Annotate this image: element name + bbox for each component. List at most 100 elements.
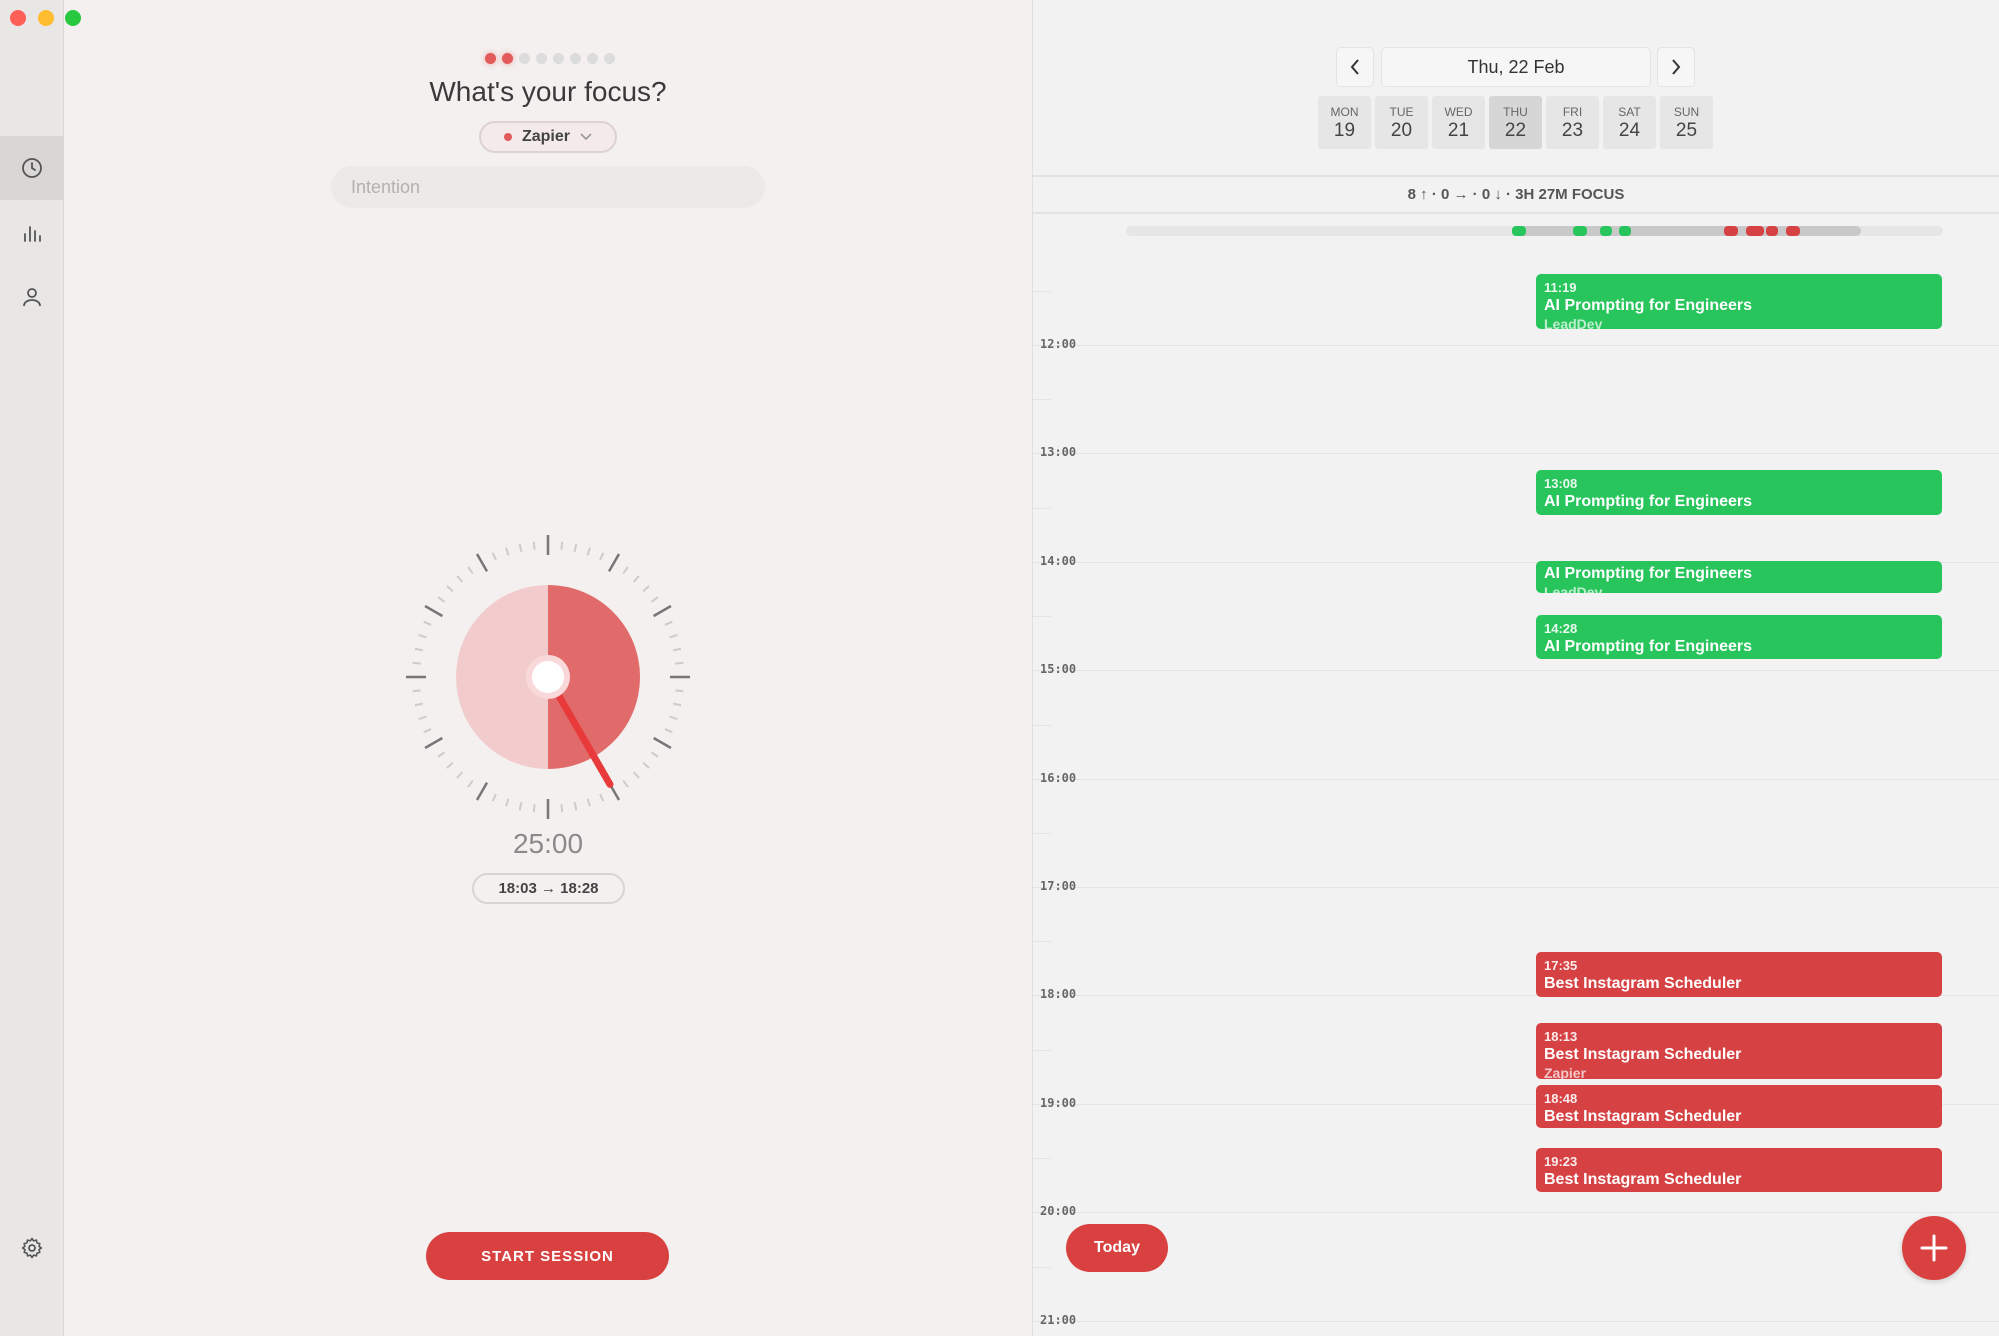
minimize-window-button[interactable] (38, 10, 54, 26)
event-time: 11:19 (1544, 280, 1577, 295)
minor-tick (505, 547, 510, 556)
minor-tick (586, 798, 591, 807)
step-dot (501, 53, 513, 64)
day-name: SUN (1673, 105, 1700, 119)
minor-tick (518, 543, 523, 553)
day-sun[interactable]: SUN 25 (1660, 96, 1713, 149)
timeline-session-marker (1766, 226, 1778, 236)
step-dot (535, 53, 547, 64)
timeline-session-marker (1786, 226, 1800, 236)
minor-tick (672, 647, 682, 652)
sidebar (0, 0, 81, 1336)
hour-line (1033, 453, 1999, 455)
project-select[interactable]: Zapier (479, 121, 617, 153)
day-summary: 8 ↑ · 0 → · 0 ↓ · 3H 27M FOCUS (1407, 186, 1625, 203)
major-tick (653, 736, 672, 750)
settings-button[interactable] (0, 1216, 64, 1280)
prev-day-button[interactable] (1336, 47, 1374, 87)
day-tue[interactable]: TUE 20 (1375, 96, 1428, 149)
day-thu[interactable]: THU 22 (1489, 96, 1542, 149)
minor-tick (642, 585, 650, 593)
timeline-session-marker (1573, 226, 1587, 236)
minor-tick (664, 728, 673, 734)
day-fri[interactable]: FRI 23 (1546, 96, 1599, 149)
event-title: AI Prompting for Engineers (1544, 493, 1753, 510)
add-session-button[interactable] (1902, 1216, 1966, 1280)
session-event[interactable]: 13:08 AI Prompting for Engineers (1536, 470, 1942, 515)
session-event[interactable]: 18:13 Best Instagram Scheduler Zapier (1536, 1023, 1942, 1079)
day-mon[interactable]: MON 19 (1318, 96, 1371, 149)
session-event[interactable]: 11:19 AI Prompting for Engineers LeadDev (1536, 274, 1942, 329)
next-day-button[interactable] (1657, 47, 1695, 87)
bar-chart-icon (24, 226, 41, 242)
day-number: 24 (1618, 120, 1641, 141)
hour-line (1033, 887, 1999, 888)
today-button[interactable]: Today (1066, 1224, 1168, 1272)
start-session-button[interactable]: START SESSION (426, 1232, 669, 1280)
day-number: 21 (1447, 120, 1470, 141)
minor-tick (414, 702, 424, 707)
minor-tick (418, 634, 427, 639)
half-hour-tick (1033, 1266, 1051, 1268)
close-window-button[interactable] (10, 10, 26, 26)
minor-tick (491, 552, 497, 561)
session-event[interactable]: 17:35 Best Instagram Scheduler (1536, 952, 1942, 997)
timer-dial[interactable] (398, 527, 698, 827)
minor-tick (664, 620, 673, 626)
event-project: Zapier (1544, 1065, 1587, 1079)
chevron-left-icon (1350, 59, 1359, 75)
minor-tick (650, 751, 659, 758)
session-event[interactable]: 14:28 AI Prompting for Engineers (1536, 615, 1942, 659)
step-dot (552, 53, 564, 64)
minor-tick (437, 751, 446, 758)
session-event[interactable]: 18:48 Best Instagram Scheduler (1536, 1085, 1942, 1128)
event-project: LeadDev (1544, 316, 1603, 329)
minor-tick (675, 689, 684, 693)
sidebar-item-stats[interactable] (0, 201, 64, 265)
timeline-session-marker (1600, 226, 1612, 236)
hour-line (1033, 1320, 1999, 1322)
hour-label: 15:00 (1040, 662, 1077, 677)
hour-label: 19:00 (1040, 1095, 1077, 1110)
day-wed[interactable]: WED 21 (1432, 96, 1485, 149)
session-event[interactable]: AI Prompting for Engineers LeadDev (1536, 561, 1942, 593)
step-dot (569, 53, 581, 64)
minor-tick (423, 728, 432, 734)
timeline-session-marker (1746, 226, 1764, 236)
minor-tick (467, 779, 474, 788)
minor-tick (412, 661, 421, 665)
timeline-session-marker (1512, 226, 1526, 236)
week-day-selector: MON 19 TUE 20 WED 21 THU 22 FRI 23 SAT 24 SUN 25 (1318, 96, 1713, 149)
minor-tick (632, 575, 640, 583)
minor-tick (599, 793, 605, 802)
minor-tick (456, 771, 464, 779)
day-number: 25 (1675, 120, 1698, 141)
event-time: 18:13 (1544, 1029, 1578, 1044)
event-time: 13:08 (1544, 476, 1578, 491)
zoom-window-button[interactable] (65, 10, 81, 26)
step-dot (484, 53, 496, 64)
minor-tick (632, 771, 640, 779)
minor-tick (446, 585, 454, 593)
major-tick (424, 604, 443, 618)
dial-knob[interactable] (532, 661, 564, 693)
half-hour-tick (1033, 399, 1051, 401)
step-indicator (0, 53, 1099, 64)
gear-icon (21, 1237, 43, 1259)
half-hour-tick (1033, 507, 1051, 509)
half-hour-tick (1033, 1158, 1051, 1160)
sidebar-item-profile[interactable] (0, 265, 64, 329)
day-number: 23 (1561, 120, 1584, 141)
sidebar-item-timer[interactable] (0, 136, 64, 200)
hour-label: 21:00 (1040, 1312, 1077, 1327)
minor-tick (467, 566, 474, 575)
hour-label: 14:00 (1040, 553, 1077, 568)
session-event[interactable]: 19:23 Best Instagram Scheduler (1536, 1148, 1942, 1192)
day-name: MON (1330, 105, 1359, 119)
minor-tick (599, 552, 605, 561)
intention-input[interactable] (331, 166, 765, 208)
current-date[interactable]: Thu, 22 Feb (1381, 47, 1651, 87)
clock-icon (22, 158, 42, 178)
day-sat[interactable]: SAT 24 (1603, 96, 1656, 149)
event-title: Best Instagram Scheduler (1544, 1108, 1742, 1125)
